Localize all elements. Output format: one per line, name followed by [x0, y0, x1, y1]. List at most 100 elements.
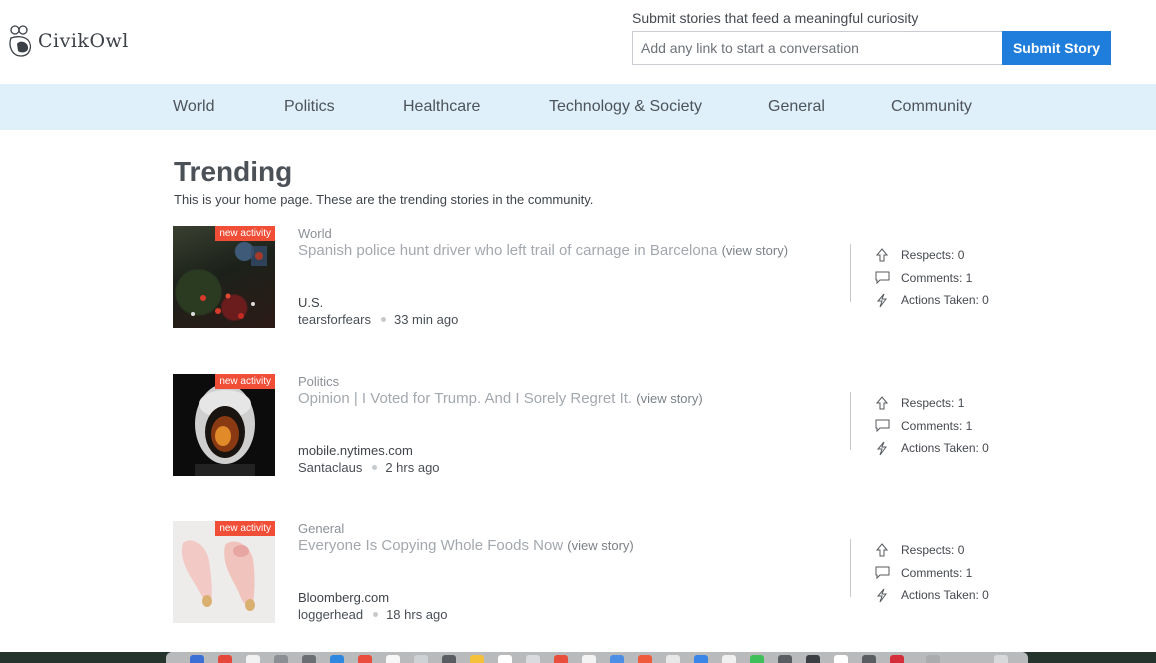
story-headline: Spanish police hunt driver who left trai…	[298, 242, 838, 259]
actions-count: Actions Taken: 0	[901, 293, 989, 308]
arrow-up-icon	[874, 247, 890, 263]
app-icon[interactable]	[722, 655, 736, 663]
app-icon[interactable]	[442, 655, 456, 663]
app-icon[interactable]	[246, 655, 260, 663]
story-content: World Spanish police hunt driver who lef…	[298, 226, 838, 327]
app-icon[interactable]	[330, 655, 344, 663]
page-title: Trending	[174, 156, 293, 187]
comments-stat[interactable]: Comments: 1	[874, 415, 989, 438]
page-subtitle: This is your home page. These are the tr…	[174, 192, 594, 207]
nav-item-technology-society[interactable]: Technology & Society	[549, 98, 702, 116]
view-story-link[interactable]: (view story)	[636, 391, 702, 406]
story-thumbnail[interactable]: new activity	[173, 374, 275, 476]
comments-stat[interactable]: Comments: 1	[874, 562, 989, 585]
story-image	[191, 246, 267, 319]
story-source: U.S.	[298, 295, 324, 310]
new-activity-badge: new activity	[215, 374, 275, 389]
comments-stat[interactable]: Comments: 1	[874, 267, 989, 290]
story-time: 2 hrs ago	[385, 460, 440, 475]
new-activity-badge: new activity	[215, 226, 275, 241]
separator-dot	[373, 612, 379, 617]
story-title-link[interactable]: Spanish police hunt driver who left trai…	[298, 242, 717, 259]
main-content: Trending This is your home page. These a…	[174, 156, 1074, 207]
separator-dot	[380, 317, 386, 322]
separator-dot	[372, 465, 378, 470]
story-title-link[interactable]: Opinion | I Voted for Trump. And I Sorel…	[298, 390, 632, 407]
story-category[interactable]: General	[298, 521, 838, 536]
submit-story-button[interactable]: Submit Story	[1002, 31, 1111, 65]
app-icon[interactable]	[694, 655, 708, 663]
app-icon[interactable]	[638, 655, 652, 663]
view-story-link[interactable]: (view story)	[722, 243, 788, 258]
app-icon[interactable]	[778, 655, 792, 663]
respects-stat[interactable]: Respects: 0	[874, 244, 989, 267]
story-image	[195, 384, 255, 476]
app-icon[interactable]	[274, 655, 288, 663]
finder-icon[interactable]	[190, 655, 204, 663]
submit-story-area: Submit stories that feed a meaningful cu…	[632, 10, 1112, 65]
app-icon[interactable]	[582, 655, 596, 663]
comments-count: Comments: 1	[901, 418, 973, 433]
arrow-up-icon	[874, 542, 890, 558]
story-source: Bloomberg.com	[298, 590, 390, 605]
link-input[interactable]	[632, 31, 1002, 65]
app-icon[interactable]	[666, 655, 680, 663]
nav-item-general[interactable]: General	[768, 98, 825, 116]
story-headline: Everyone Is Copying Whole Foods Now (vie…	[298, 537, 838, 554]
app-icon[interactable]	[386, 655, 400, 663]
story-thumbnail[interactable]: new activity	[173, 226, 275, 328]
lightning-icon	[874, 587, 890, 603]
submit-caption: Submit stories that feed a meaningful cu…	[632, 10, 919, 26]
comments-count: Comments: 1	[901, 565, 973, 580]
nav-item-politics[interactable]: Politics	[284, 98, 335, 116]
nav-item-healthcare[interactable]: Healthcare	[403, 98, 480, 116]
respects-stat[interactable]: Respects: 0	[874, 539, 989, 562]
actions-stat[interactable]: Actions Taken: 0	[874, 437, 989, 460]
story-title-link[interactable]: Everyone Is Copying Whole Foods Now	[298, 537, 563, 554]
story-user[interactable]: tearsforfears	[298, 312, 371, 327]
owl-logo-icon	[9, 25, 32, 57]
respects-stat[interactable]: Respects: 1	[874, 392, 989, 415]
comment-icon	[874, 418, 890, 434]
story-thumbnail[interactable]: new activity	[173, 521, 275, 623]
nav-item-community[interactable]: Community	[891, 98, 972, 116]
app-icon[interactable]	[834, 655, 848, 663]
story-stats: Respects: 1 Comments: 1 Actions Taken: 0	[850, 392, 989, 455]
app-icon[interactable]	[806, 655, 820, 663]
comments-count: Comments: 1	[901, 270, 973, 285]
story-stats: Respects: 0 Comments: 1 Actions Taken: 0	[850, 539, 989, 602]
comment-icon	[874, 270, 890, 286]
story-stats: Respects: 0 Comments: 1 Actions Taken: 0	[850, 244, 989, 307]
story-meta: loggerhead 18 hrs ago	[298, 607, 448, 622]
story-category[interactable]: Politics	[298, 374, 838, 389]
app-icon[interactable]	[926, 655, 940, 663]
logo-text: CivikOwl	[38, 30, 129, 52]
app-icon[interactable]	[218, 655, 232, 663]
app-icon[interactable]	[358, 655, 372, 663]
app-icon[interactable]	[862, 655, 876, 663]
app-icon[interactable]	[890, 655, 904, 663]
story-user[interactable]: loggerhead	[298, 607, 363, 622]
app-icon[interactable]	[526, 655, 540, 663]
story-time: 33 min ago	[393, 312, 459, 327]
app-icon[interactable]	[470, 655, 484, 663]
logo[interactable]: CivikOwl	[8, 24, 129, 58]
comment-icon	[874, 565, 890, 581]
actions-stat[interactable]: Actions Taken: 0	[874, 584, 989, 607]
story-user[interactable]: Santaclaus	[298, 460, 362, 475]
actions-stat[interactable]: Actions Taken: 0	[874, 289, 989, 312]
app-icon[interactable]	[302, 655, 316, 663]
story-content: General Everyone Is Copying Whole Foods …	[298, 521, 838, 622]
app-icon[interactable]	[610, 655, 624, 663]
app-icon[interactable]	[554, 655, 568, 663]
nav-item-world[interactable]: World	[173, 98, 215, 116]
story-category[interactable]: World	[298, 226, 838, 241]
arrow-up-icon	[874, 395, 890, 411]
app-icon[interactable]	[498, 655, 512, 663]
category-nav: World Politics Healthcare Technology & S…	[0, 84, 1156, 130]
trash-icon[interactable]	[994, 655, 1008, 663]
app-icon[interactable]	[414, 655, 428, 663]
view-story-link[interactable]: (view story)	[567, 538, 633, 553]
app-icon[interactable]	[750, 655, 764, 663]
lightning-icon	[874, 440, 890, 456]
